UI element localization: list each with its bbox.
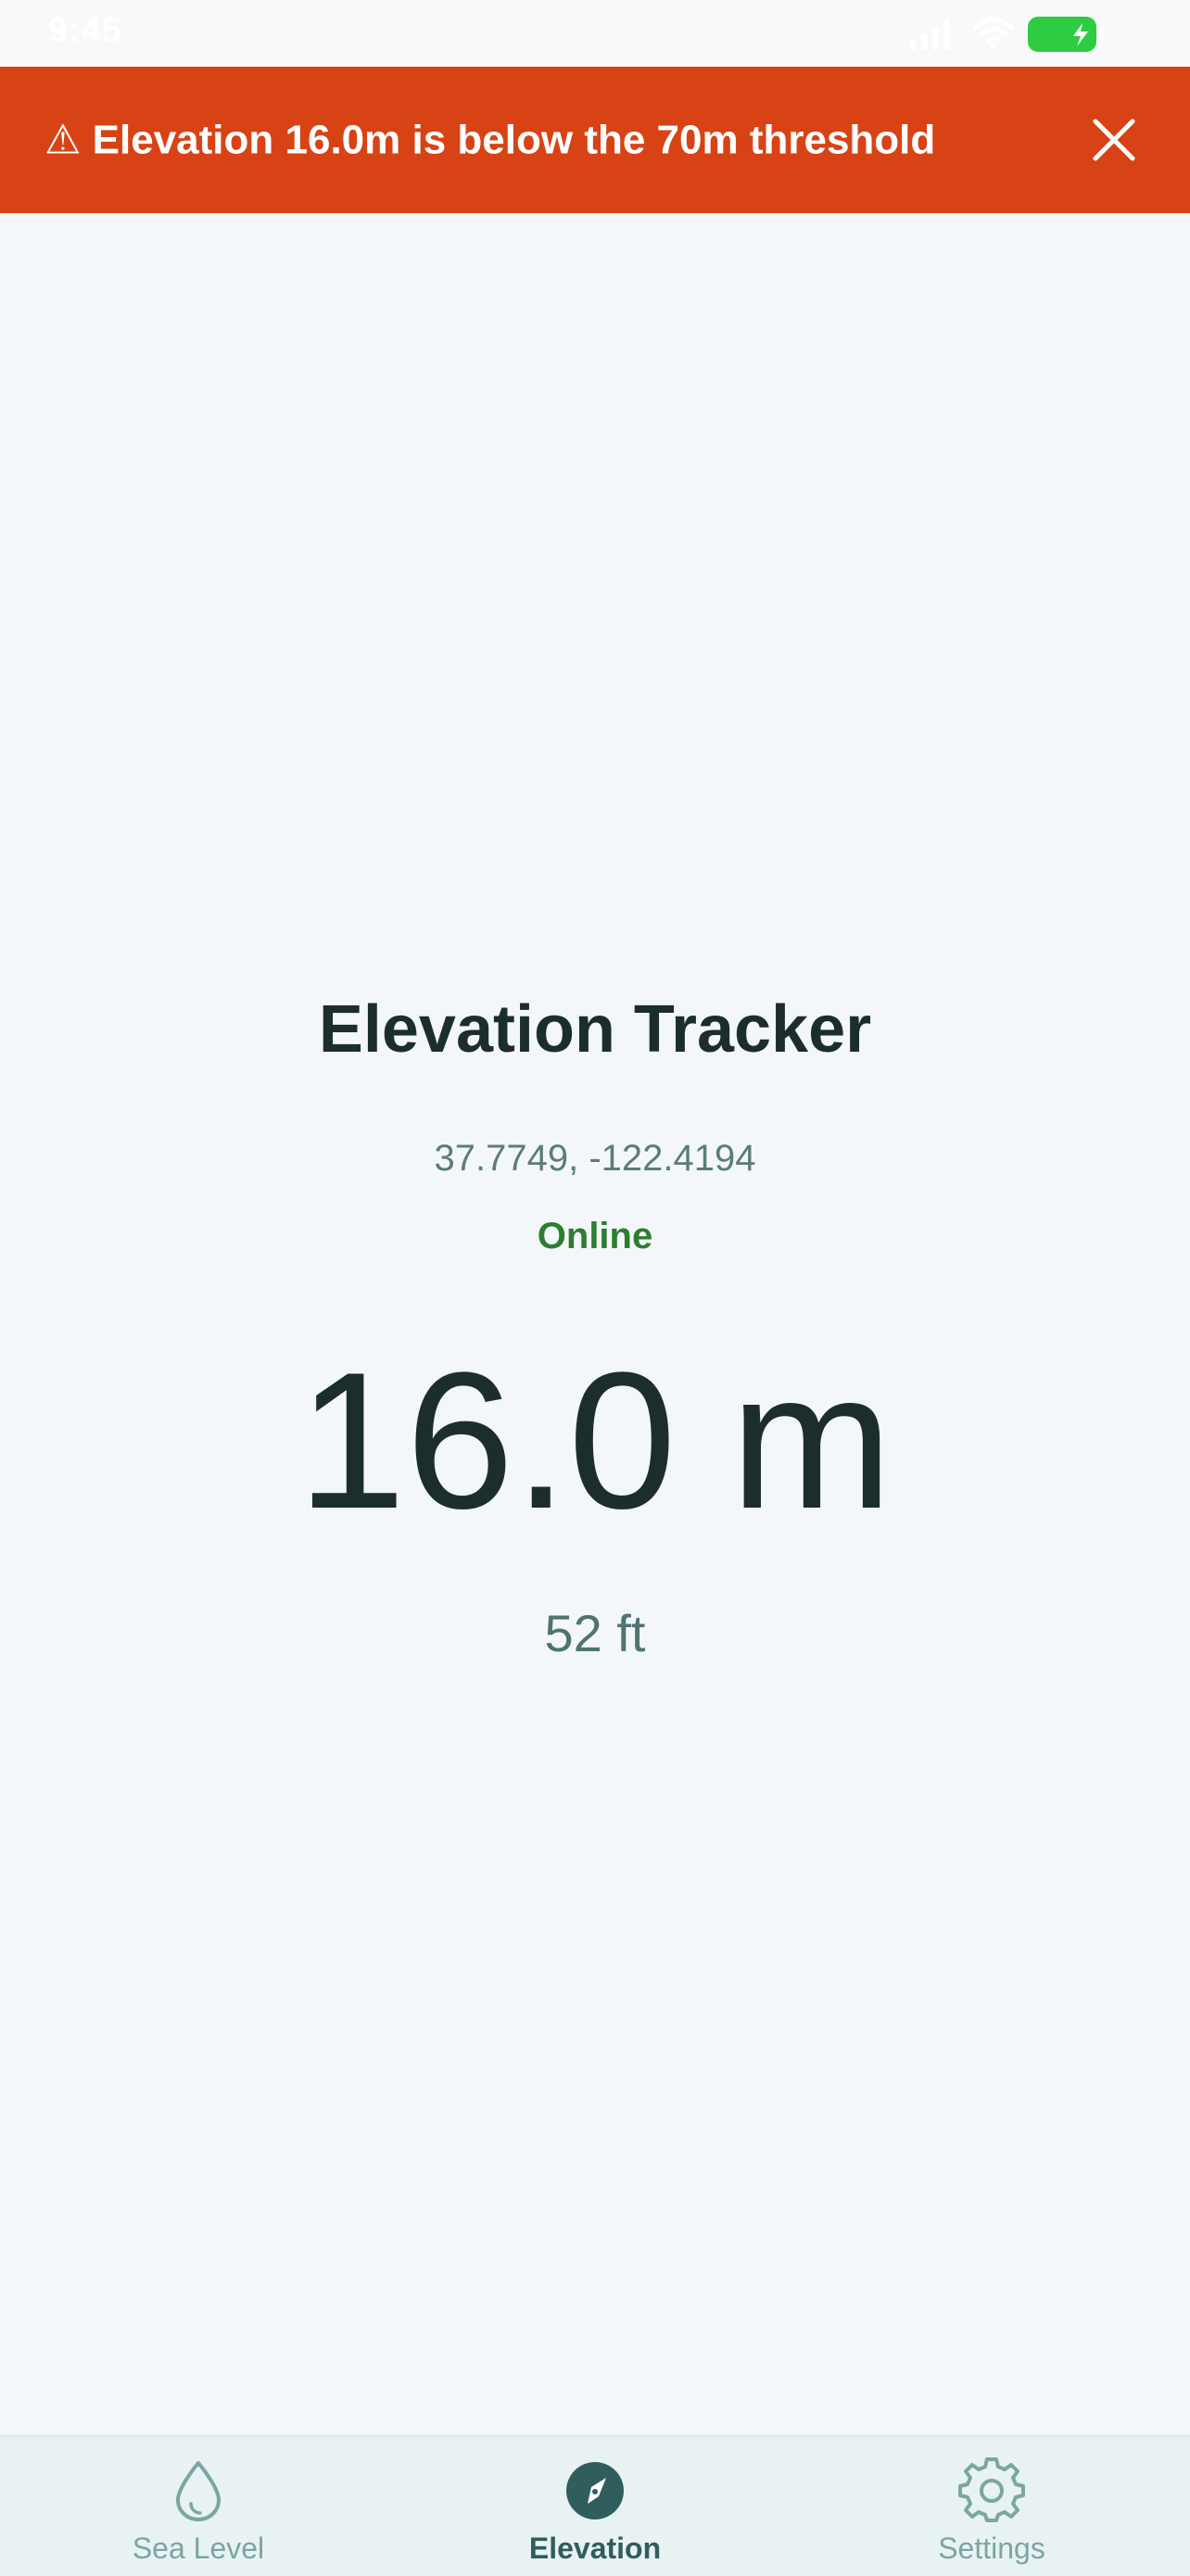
status-time: 9:45 xyxy=(48,11,123,50)
threshold-alert-banner: ⚠ Elevation 16.0m is below the 70m thres… xyxy=(0,67,1190,213)
coordinates-text: 37.7749, -122.4194 xyxy=(434,1138,756,1179)
connection-status: Online xyxy=(537,1216,653,1256)
elevation-screen: Elevation Tracker 37.7749, -122.4194 Onl… xyxy=(0,213,1190,2435)
status-bar: 9:45 xyxy=(0,0,1190,67)
bottom-tab-bar: Sea Level Elevation Settings xyxy=(0,2435,1190,2576)
gear-icon xyxy=(958,2457,1025,2522)
tab-settings[interactable]: Settings xyxy=(793,2437,1190,2576)
alert-message: ⚠ Elevation 16.0m is below the 70m thres… xyxy=(44,117,936,163)
cellular-signal-icon xyxy=(910,19,950,50)
page-title: Elevation Tracker xyxy=(318,992,872,1067)
close-icon[interactable] xyxy=(1084,110,1144,170)
tab-label-sea-level: Sea Level xyxy=(132,2532,265,2565)
elevation-meters: 16.0 m xyxy=(298,1332,892,1549)
water-drop-icon xyxy=(176,2461,221,2521)
tab-elevation[interactable]: Elevation xyxy=(397,2437,793,2576)
compass-icon xyxy=(566,2462,624,2519)
tab-label-elevation: Elevation xyxy=(528,2532,662,2565)
tab-label-settings: Settings xyxy=(938,2532,1045,2565)
wifi-icon xyxy=(972,17,1015,50)
tab-sea-level[interactable]: Sea Level xyxy=(0,2437,397,2576)
elevation-feet: 52 ft xyxy=(544,1604,646,1662)
battery-icon xyxy=(1028,17,1105,52)
